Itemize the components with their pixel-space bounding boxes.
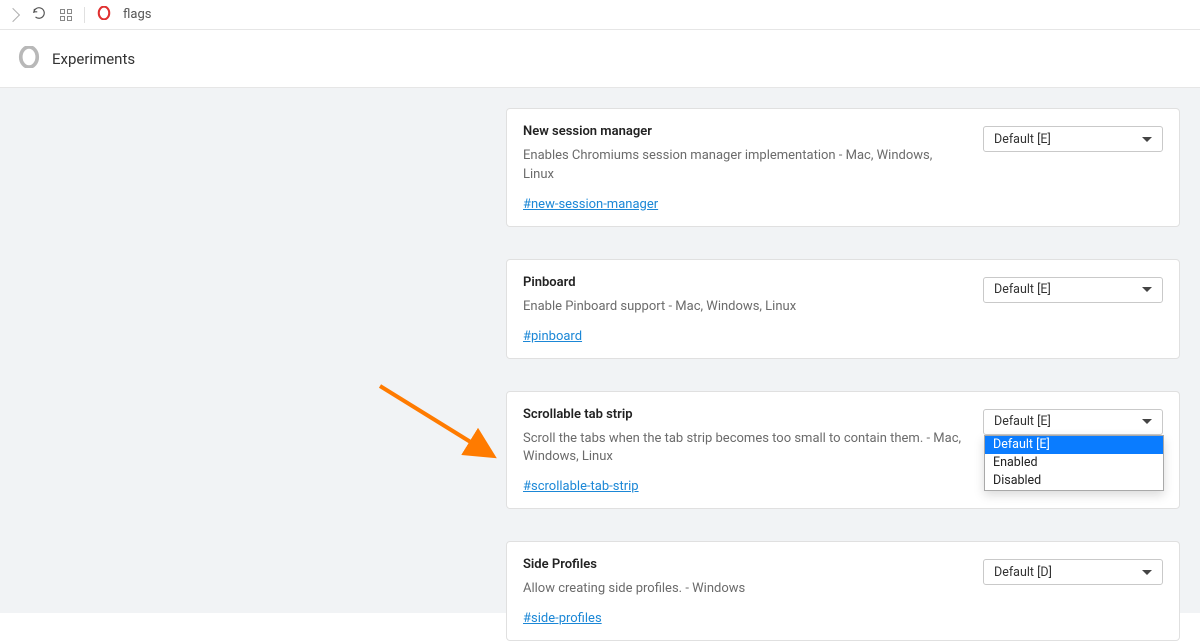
chevron-down-icon <box>1142 419 1152 424</box>
flag-title: Pinboard <box>523 275 963 290</box>
flag-select-dropdown: Default [E]EnabledDisabled <box>984 435 1164 491</box>
flag-select[interactable]: Default [E] <box>983 277 1163 303</box>
flag-select[interactable]: Default [E] <box>983 126 1163 152</box>
flag-select[interactable]: Default [D] <box>983 559 1163 585</box>
address-bar-text[interactable]: flags <box>123 7 151 22</box>
flag-anchor-link[interactable]: #new-session-manager <box>523 197 658 212</box>
forward-icon[interactable] <box>6 7 20 21</box>
opera-grey-logo-icon <box>18 46 40 72</box>
flag-card: Side Profiles Allow creating side profile… <box>506 541 1180 641</box>
opera-logo-icon <box>97 5 111 24</box>
reload-icon[interactable] <box>32 5 46 24</box>
annotation-arrow <box>372 380 512 470</box>
chevron-down-icon <box>1142 570 1152 575</box>
flag-select-value: Default [D] <box>994 565 1052 580</box>
flag-select[interactable]: Default [E]Default [E]EnabledDisabled <box>983 409 1163 435</box>
flag-info: Side Profiles Allow creating side profile… <box>523 557 963 626</box>
flag-anchor-link[interactable]: #pinboard <box>523 329 582 344</box>
content-area: New session manager Enables Chromiums ses… <box>0 88 1200 613</box>
flag-title: New session manager <box>523 124 963 139</box>
chevron-down-icon <box>1142 137 1152 142</box>
flag-card: Pinboard Enable Pinboard support - Mac, W… <box>506 259 1180 359</box>
flag-title: Scrollable tab strip <box>523 407 963 422</box>
toolbar-divider <box>84 7 85 23</box>
flag-select-option[interactable]: Disabled <box>985 472 1163 490</box>
flag-card: Scrollable tab strip Scroll the tabs when… <box>506 391 1180 510</box>
flag-card: New session manager Enables Chromiums ses… <box>506 108 1180 227</box>
nav-controls <box>8 5 72 24</box>
chevron-down-icon <box>1142 287 1152 292</box>
browser-toolbar: flags <box>0 0 1200 30</box>
flag-control: Default [D] <box>983 557 1163 626</box>
flag-info: Scrollable tab strip Scroll the tabs when… <box>523 407 963 495</box>
flag-select-value: Default [E] <box>994 282 1051 297</box>
flag-description: Allow creating side profiles. - Windows <box>523 580 963 599</box>
page-title: Experiments <box>52 50 135 68</box>
flag-control: Default [E] <box>983 124 1163 212</box>
page-header: Experiments <box>0 30 1200 88</box>
flag-description: Enables Chromiums session manager implem… <box>523 147 963 185</box>
flag-description: Scroll the tabs when the tab strip becom… <box>523 430 963 468</box>
flag-select-value: Default [E] <box>994 132 1051 147</box>
flag-control: Default [E]Default [E]EnabledDisabled <box>983 407 1163 495</box>
flag-info: Pinboard Enable Pinboard support - Mac, W… <box>523 275 963 344</box>
flag-select-value: Default [E] <box>994 414 1051 429</box>
flag-description: Enable Pinboard support - Mac, Windows, … <box>523 298 963 317</box>
flag-info: New session manager Enables Chromiums ses… <box>523 124 963 212</box>
flag-select-option[interactable]: Default [E] <box>985 436 1163 454</box>
flag-control: Default [E] <box>983 275 1163 344</box>
flag-select-option[interactable]: Enabled <box>985 454 1163 472</box>
flag-title: Side Profiles <box>523 557 963 572</box>
flag-anchor-link[interactable]: #scrollable-tab-strip <box>523 479 639 494</box>
flag-anchor-link[interactable]: #side-profiles <box>523 611 602 626</box>
speed-dial-icon[interactable] <box>60 9 72 21</box>
